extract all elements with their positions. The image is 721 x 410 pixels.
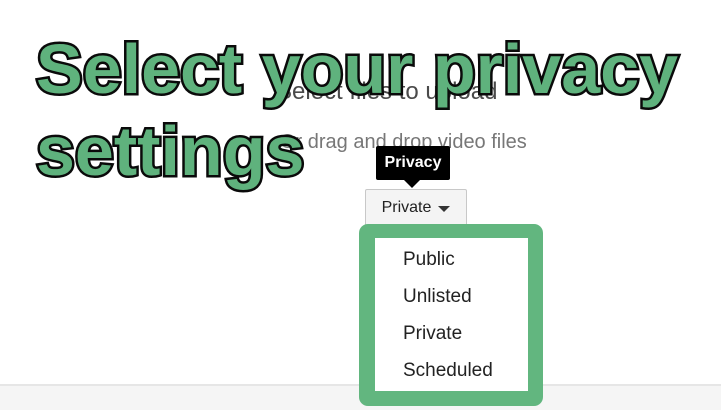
tooltip-arrow bbox=[404, 180, 420, 188]
caret-down-icon bbox=[438, 205, 451, 212]
privacy-option-scheduled[interactable]: Scheduled bbox=[375, 352, 528, 389]
privacy-option-public[interactable]: Public bbox=[375, 241, 528, 278]
privacy-dropdown-button[interactable]: Private bbox=[365, 189, 467, 227]
tutorial-caption: Select your privacy settings bbox=[34, 28, 681, 193]
tutorial-caption-line1: Select your privacy bbox=[34, 28, 681, 111]
privacy-option-private[interactable]: Private bbox=[375, 315, 528, 352]
tutorial-caption-line2: settings bbox=[34, 110, 307, 193]
privacy-option-unlisted[interactable]: Unlisted bbox=[375, 278, 528, 315]
privacy-tooltip: Privacy bbox=[376, 146, 450, 180]
privacy-options-menu: Public Unlisted Private Scheduled bbox=[375, 238, 528, 391]
privacy-selected-label: Private bbox=[381, 199, 432, 216]
